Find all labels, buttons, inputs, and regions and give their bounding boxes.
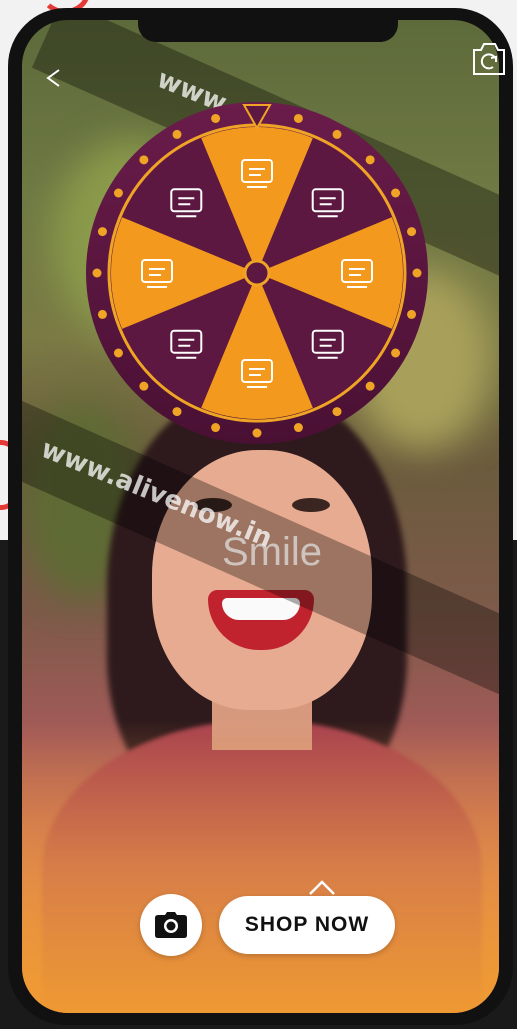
person-eye xyxy=(292,498,330,512)
wheel-light xyxy=(391,348,401,358)
chevron-up-icon[interactable] xyxy=(308,878,336,896)
wheel-light xyxy=(407,309,417,319)
ar-prompt-text: Smile xyxy=(222,530,323,574)
wheel-light xyxy=(332,407,342,417)
person-teeth xyxy=(222,598,300,620)
wheel-light xyxy=(139,381,149,391)
spin-wheel[interactable] xyxy=(84,100,430,446)
wheel-light xyxy=(97,309,107,319)
wheel-light xyxy=(252,428,262,438)
wheel-light xyxy=(211,113,221,123)
back-arrow-icon[interactable] xyxy=(44,68,64,88)
camera-icon xyxy=(155,912,187,938)
wheel-light xyxy=(139,155,149,165)
wheel-light xyxy=(211,423,221,433)
wheel-hub xyxy=(243,259,271,287)
bottom-gradient xyxy=(22,720,499,1013)
phone-frame: www.alivenow.in www.alivenow.in Smile SH… xyxy=(8,8,513,1025)
wheel-light xyxy=(113,188,123,198)
shop-now-button[interactable]: SHOP NOW xyxy=(219,896,395,954)
switch-camera-icon[interactable] xyxy=(471,40,507,78)
wheel-light xyxy=(412,268,422,278)
wheel-light xyxy=(293,423,303,433)
wheel-light xyxy=(113,348,123,358)
wheel-light xyxy=(391,188,401,198)
phone-notch xyxy=(138,16,398,42)
wheel-light xyxy=(293,113,303,123)
wheel-light xyxy=(172,407,182,417)
wheel-light xyxy=(172,129,182,139)
wheel-light xyxy=(97,227,107,237)
wheel-light xyxy=(407,227,417,237)
wheel-light xyxy=(92,268,102,278)
wheel-light xyxy=(332,129,342,139)
camera-button[interactable] xyxy=(140,894,202,956)
wheel-light xyxy=(365,381,375,391)
wheel-light xyxy=(365,155,375,165)
